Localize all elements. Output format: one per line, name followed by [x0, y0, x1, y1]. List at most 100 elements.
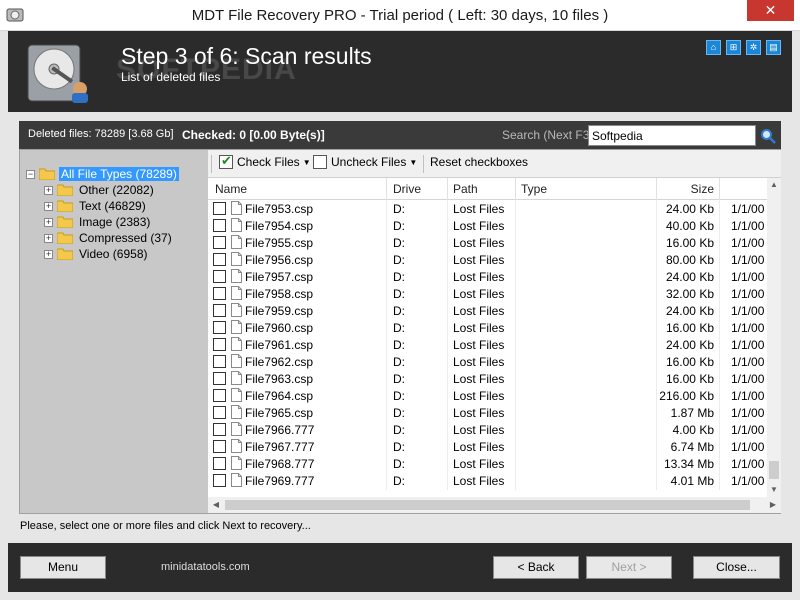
- table-row[interactable]: File7967.777 D: Lost Files 6.74 Mb 1/1/00: [208, 438, 767, 455]
- scroll-right-icon[interactable]: ▶: [765, 497, 781, 513]
- row-checkbox[interactable]: [213, 372, 226, 385]
- table-row[interactable]: File7953.csp D: Lost Files 24.00 Kb 1/1/00: [208, 200, 767, 217]
- table-row[interactable]: File7958.csp D: Lost Files 32.00 Kb 1/1/00: [208, 285, 767, 302]
- uncheck-files-button[interactable]: Uncheck Files ▼: [313, 155, 417, 173]
- scroll-left-icon[interactable]: ◀: [208, 497, 224, 513]
- table-row[interactable]: File7966.777 D: Lost Files 4.00 Kb 1/1/00: [208, 421, 767, 438]
- info-bar: Deleted files: 78289 [3.68 Gb] Checked: …: [19, 121, 781, 149]
- row-checkbox[interactable]: [213, 389, 226, 402]
- expand-icon[interactable]: +: [44, 202, 53, 211]
- hard-drive-icon: [27, 44, 88, 103]
- expand-icon[interactable]: +: [44, 218, 53, 227]
- tree-item-text[interactable]: + Text (46829): [44, 198, 194, 214]
- window-title: MDT File Recovery PRO - Trial period ( L…: [191, 7, 609, 24]
- row-checkbox[interactable]: [213, 406, 226, 419]
- column-header-size[interactable]: Size: [691, 182, 714, 196]
- tree-item-all-file-types[interactable]: − All File Types (78289): [26, 166, 201, 182]
- tree-item-other[interactable]: + Other (22082): [44, 182, 194, 198]
- cell-size: 24.00 Kb: [665, 338, 714, 352]
- toolbar-separator: [423, 155, 424, 173]
- table-row[interactable]: File7963.csp D: Lost Files 16.00 Kb 1/1/00: [208, 370, 767, 387]
- cell-size: 24.00 Kb: [665, 304, 714, 318]
- table-row[interactable]: File7964.csp D: Lost Files 216.00 Kb 1/1/00: [208, 387, 767, 404]
- cell-path: Lost Files: [453, 423, 505, 437]
- reset-checkboxes-button[interactable]: Reset checkboxes: [430, 155, 528, 173]
- cell-name: File7969.777: [245, 474, 315, 488]
- table-row[interactable]: File7969.777 D: Lost Files 4.01 Mb 1/1/00: [208, 472, 767, 489]
- expand-icon[interactable]: +: [44, 186, 53, 195]
- table-row[interactable]: File7965.csp D: Lost Files 1.87 Mb 1/1/00: [208, 404, 767, 421]
- cell-drive: D:: [393, 372, 405, 386]
- search-icon[interactable]: [760, 128, 776, 144]
- row-checkbox[interactable]: [213, 457, 226, 470]
- cell-date: 1/1/00: [731, 304, 765, 318]
- dropdown-arrow-icon[interactable]: ▼: [303, 158, 311, 167]
- file-type-tree: − All File Types (78289) + Other (22082)…: [20, 150, 205, 513]
- row-checkbox[interactable]: [213, 270, 226, 283]
- sitemap-icon[interactable]: ⊞: [726, 40, 741, 55]
- close-button[interactable]: Close...: [693, 556, 780, 579]
- column-header-path[interactable]: Path: [453, 182, 478, 196]
- file-icon: [231, 303, 242, 317]
- scroll-down-icon[interactable]: ▼: [767, 483, 781, 497]
- row-checkbox[interactable]: [213, 321, 226, 334]
- table-row[interactable]: File7956.csp D: Lost Files 80.00 Kb 1/1/00: [208, 251, 767, 268]
- cell-drive: D:: [393, 338, 405, 352]
- cell-name: File7964.csp: [245, 389, 314, 403]
- table-row[interactable]: File7968.777 D: Lost Files 13.34 Mb 1/1/00: [208, 455, 767, 472]
- cell-name: File7965.csp: [245, 406, 314, 420]
- scroll-thumb[interactable]: [769, 461, 779, 479]
- table-row[interactable]: File7955.csp D: Lost Files 16.00 Kb 1/1/00: [208, 234, 767, 251]
- collapse-icon[interactable]: −: [26, 170, 35, 179]
- row-checkbox[interactable]: [213, 423, 226, 436]
- row-checkbox[interactable]: [213, 202, 226, 215]
- cell-date: 1/1/00: [731, 202, 765, 216]
- menu-button[interactable]: Menu: [20, 556, 106, 579]
- tree-item-video[interactable]: + Video (6958): [44, 246, 194, 262]
- cell-name: File7963.csp: [245, 372, 314, 386]
- column-header-name[interactable]: Name: [215, 182, 247, 196]
- cell-date: 1/1/00: [731, 338, 765, 352]
- dropdown-arrow-icon[interactable]: ▼: [409, 158, 417, 167]
- folder-icon: [57, 248, 73, 260]
- table-row[interactable]: File7962.csp D: Lost Files 16.00 Kb 1/1/00: [208, 353, 767, 370]
- cell-size: 6.74 Mb: [670, 440, 714, 454]
- table-row[interactable]: File7957.csp D: Lost Files 24.00 Kb 1/1/00: [208, 268, 767, 285]
- row-checkbox[interactable]: [213, 440, 226, 453]
- row-checkbox[interactable]: [213, 253, 226, 266]
- table-row[interactable]: File7961.csp D: Lost Files 24.00 Kb 1/1/00: [208, 336, 767, 353]
- row-checkbox[interactable]: [213, 304, 226, 317]
- horizontal-scrollbar[interactable]: ◀ ▶: [208, 497, 781, 513]
- expand-icon[interactable]: +: [44, 250, 53, 259]
- table-row[interactable]: File7960.csp D: Lost Files 16.00 Kb 1/1/00: [208, 319, 767, 336]
- tree-item-label: Image (2383): [79, 215, 151, 229]
- table-row[interactable]: File7954.csp D: Lost Files 40.00 Kb 1/1/00: [208, 217, 767, 234]
- row-checkbox[interactable]: [213, 287, 226, 300]
- info-icon[interactable]: ▤: [766, 40, 781, 55]
- cell-name: File7957.csp: [245, 270, 314, 284]
- table-row[interactable]: File7959.csp D: Lost Files 24.00 Kb 1/1/00: [208, 302, 767, 319]
- row-checkbox[interactable]: [213, 338, 226, 351]
- search-input[interactable]: [588, 125, 756, 146]
- row-checkbox[interactable]: [213, 236, 226, 249]
- scroll-up-icon[interactable]: ▲: [767, 178, 781, 192]
- expand-icon[interactable]: +: [44, 234, 53, 243]
- home-icon[interactable]: ⌂: [706, 40, 721, 55]
- check-files-button[interactable]: ✔ Check Files ▼: [219, 153, 311, 173]
- page-subtitle: List of deleted files: [121, 70, 221, 84]
- row-checkbox[interactable]: [213, 355, 226, 368]
- close-window-button[interactable]: ✕: [747, 0, 794, 21]
- gear-icon[interactable]: ✲: [746, 40, 761, 55]
- tree-item-compressed[interactable]: + Compressed (37): [44, 230, 194, 246]
- cell-date: 1/1/00: [731, 321, 765, 335]
- row-checkbox[interactable]: [213, 474, 226, 487]
- column-header-type[interactable]: Type: [521, 182, 547, 196]
- column-header-drive[interactable]: Drive: [393, 182, 421, 196]
- next-button[interactable]: Next >: [586, 556, 672, 579]
- back-button[interactable]: < Back: [493, 556, 579, 579]
- vertical-scrollbar[interactable]: ▲ ▼: [767, 178, 781, 497]
- row-checkbox[interactable]: [213, 219, 226, 232]
- file-icon: [231, 388, 242, 402]
- tree-item-image[interactable]: + Image (2383): [44, 214, 194, 230]
- scroll-thumb[interactable]: [225, 500, 750, 510]
